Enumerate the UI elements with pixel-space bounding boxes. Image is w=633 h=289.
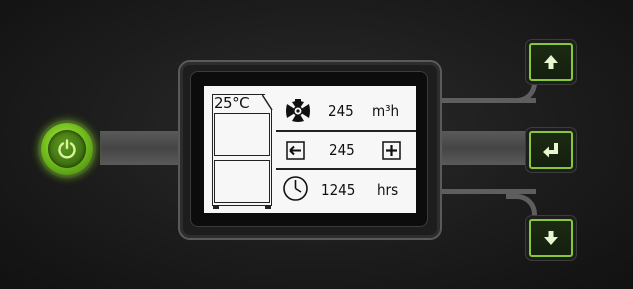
enter-icon: [543, 143, 558, 158]
fan-speed-unit: m³h: [372, 102, 400, 120]
setpoint-value: 245: [329, 141, 355, 159]
row-divider: [276, 130, 416, 132]
up-button[interactable]: [529, 43, 573, 81]
oven-foot-right: [265, 205, 271, 209]
temperature-readout: 25°C: [214, 94, 250, 112]
row-divider: [276, 168, 416, 170]
down-button[interactable]: [529, 219, 573, 257]
power-button[interactable]: [41, 123, 93, 175]
connector-bar-right: [436, 131, 534, 165]
power-button-face: [48, 130, 86, 168]
circuit-trace: [436, 189, 536, 194]
lcd-display: 25°C 245 m³h 245 1245 hrs: [204, 86, 416, 213]
clock-icon: [283, 176, 308, 201]
oven-shelf-lower: [214, 160, 270, 203]
enter-button[interactable]: [529, 131, 573, 169]
oven-shelf-upper: [214, 113, 270, 156]
arrow-down-icon: [544, 231, 558, 245]
minus-icon: [286, 141, 305, 160]
fan-speed-value: 245: [328, 102, 354, 120]
power-icon: [58, 139, 76, 159]
fan-icon: [286, 99, 310, 122]
plus-icon: [382, 141, 401, 160]
control-panel: 25°C 245 m³h 245 1245 hrs: [0, 0, 633, 289]
timer-value: 1245: [321, 181, 356, 199]
oven-foot-left: [213, 205, 219, 209]
oven-corner: [262, 94, 273, 111]
timer-unit: hrs: [377, 181, 399, 199]
arrow-up-icon: [544, 55, 558, 69]
